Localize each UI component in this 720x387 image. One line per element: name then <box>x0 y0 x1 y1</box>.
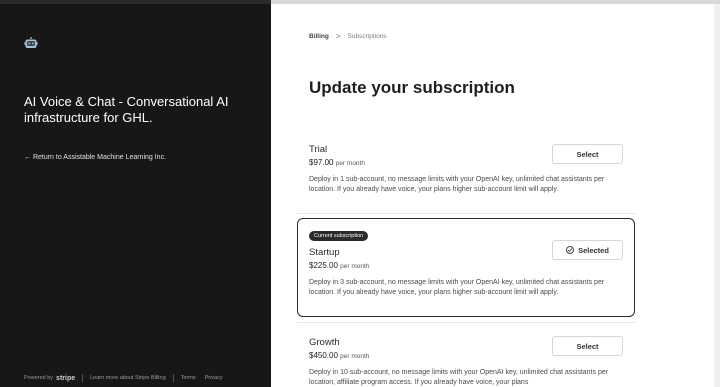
breadcrumb: Billing > Subscriptions <box>309 32 387 41</box>
stripe-footer: Powered by stripe Learn more about Strip… <box>24 374 223 382</box>
selected-label: Selected <box>578 245 609 255</box>
plan-description: Deploy in 1 sub-account, no message limi… <box>309 176 605 193</box>
breadcrumb-billing[interactable]: Billing <box>309 33 329 40</box>
price-period: per month <box>340 263 370 270</box>
plan-divider <box>297 322 635 323</box>
terms-link[interactable]: Terms <box>181 375 196 381</box>
page-title: Update your subscription <box>309 78 515 97</box>
price-amount: $97.00 <box>309 158 334 167</box>
select-growth-button[interactable]: Select <box>552 336 623 356</box>
learn-more-link[interactable]: Learn more about Stripe Billing <box>90 375 166 381</box>
price-amount: $225.00 <box>309 261 338 270</box>
plan-divider <box>297 213 635 214</box>
selected-startup-button[interactable]: Selected <box>552 240 623 260</box>
powered-by-label: Powered by <box>24 375 54 381</box>
chevron-right-icon: > <box>335 32 341 41</box>
return-link[interactable]: ← Return to Assistable Machine Learning … <box>24 154 166 161</box>
current-subscription-badge: Current subscription <box>309 231 369 241</box>
check-circle-icon <box>566 246 575 254</box>
merchant-panel: AI Voice & Chat - Conversational AI infr… <box>0 4 271 387</box>
price-period: per month <box>340 353 370 360</box>
subscription-pane: Billing > Subscriptions Update your subs… <box>271 4 714 387</box>
footer-divider <box>82 374 84 382</box>
plan-price: $225.00 per month <box>309 261 627 270</box>
scrollbar[interactable] <box>714 4 720 387</box>
select-trial-button[interactable]: Select <box>552 144 623 164</box>
plan-description: Deploy in 3 sub-account, no message limi… <box>309 279 605 296</box>
plan-description: Deploy in 10 sub-account, no message lim… <box>309 369 609 386</box>
robot-icon <box>24 37 38 48</box>
price-amount: $450.00 <box>309 351 338 360</box>
breadcrumb-subscriptions: Subscriptions <box>347 33 387 40</box>
stripe-logo[interactable]: stripe <box>56 375 75 382</box>
price-period: per month <box>335 160 365 167</box>
footer-divider <box>172 374 174 382</box>
merchant-title: AI Voice & Chat - Conversational AI infr… <box>24 94 229 125</box>
privacy-link[interactable]: Privacy <box>205 375 223 381</box>
